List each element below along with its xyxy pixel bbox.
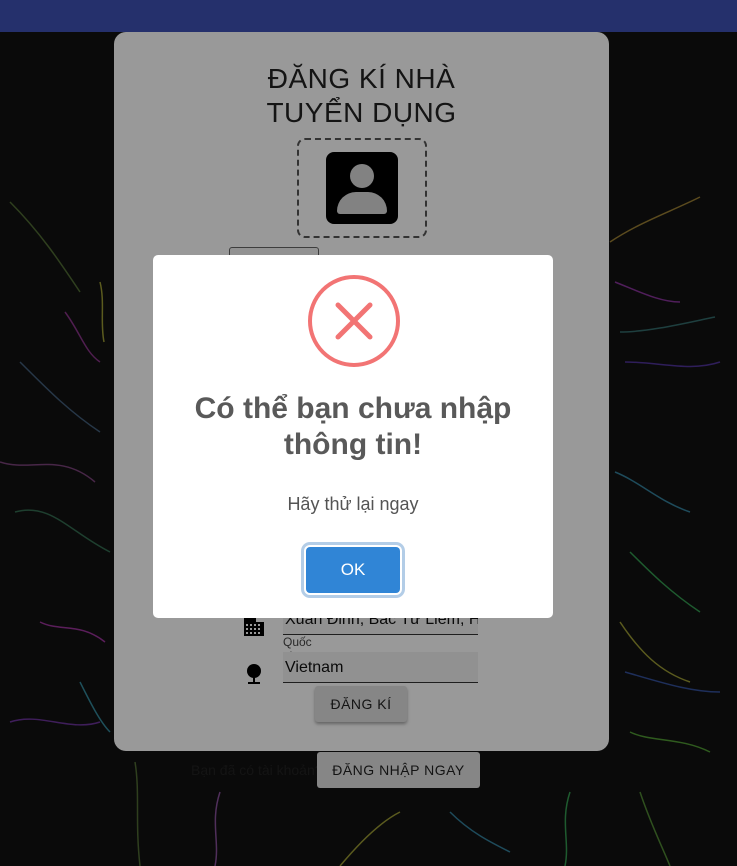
dialog-message: Hãy thử lại ngay — [287, 494, 419, 514]
error-dialog: Có thể bạn chưa nhập thông tin! Hãy thử … — [153, 255, 553, 618]
dialog-title-line2: thông tin! — [283, 428, 423, 461]
error-x-icon — [308, 275, 400, 367]
dialog-title: Có thể bạn chưa nhập thông tin! — [153, 391, 553, 463]
ok-button[interactable]: OK — [304, 545, 402, 595]
dialog-title-line1: Có thể bạn chưa nhập — [194, 392, 512, 425]
ok-button-label: OK — [306, 547, 400, 593]
